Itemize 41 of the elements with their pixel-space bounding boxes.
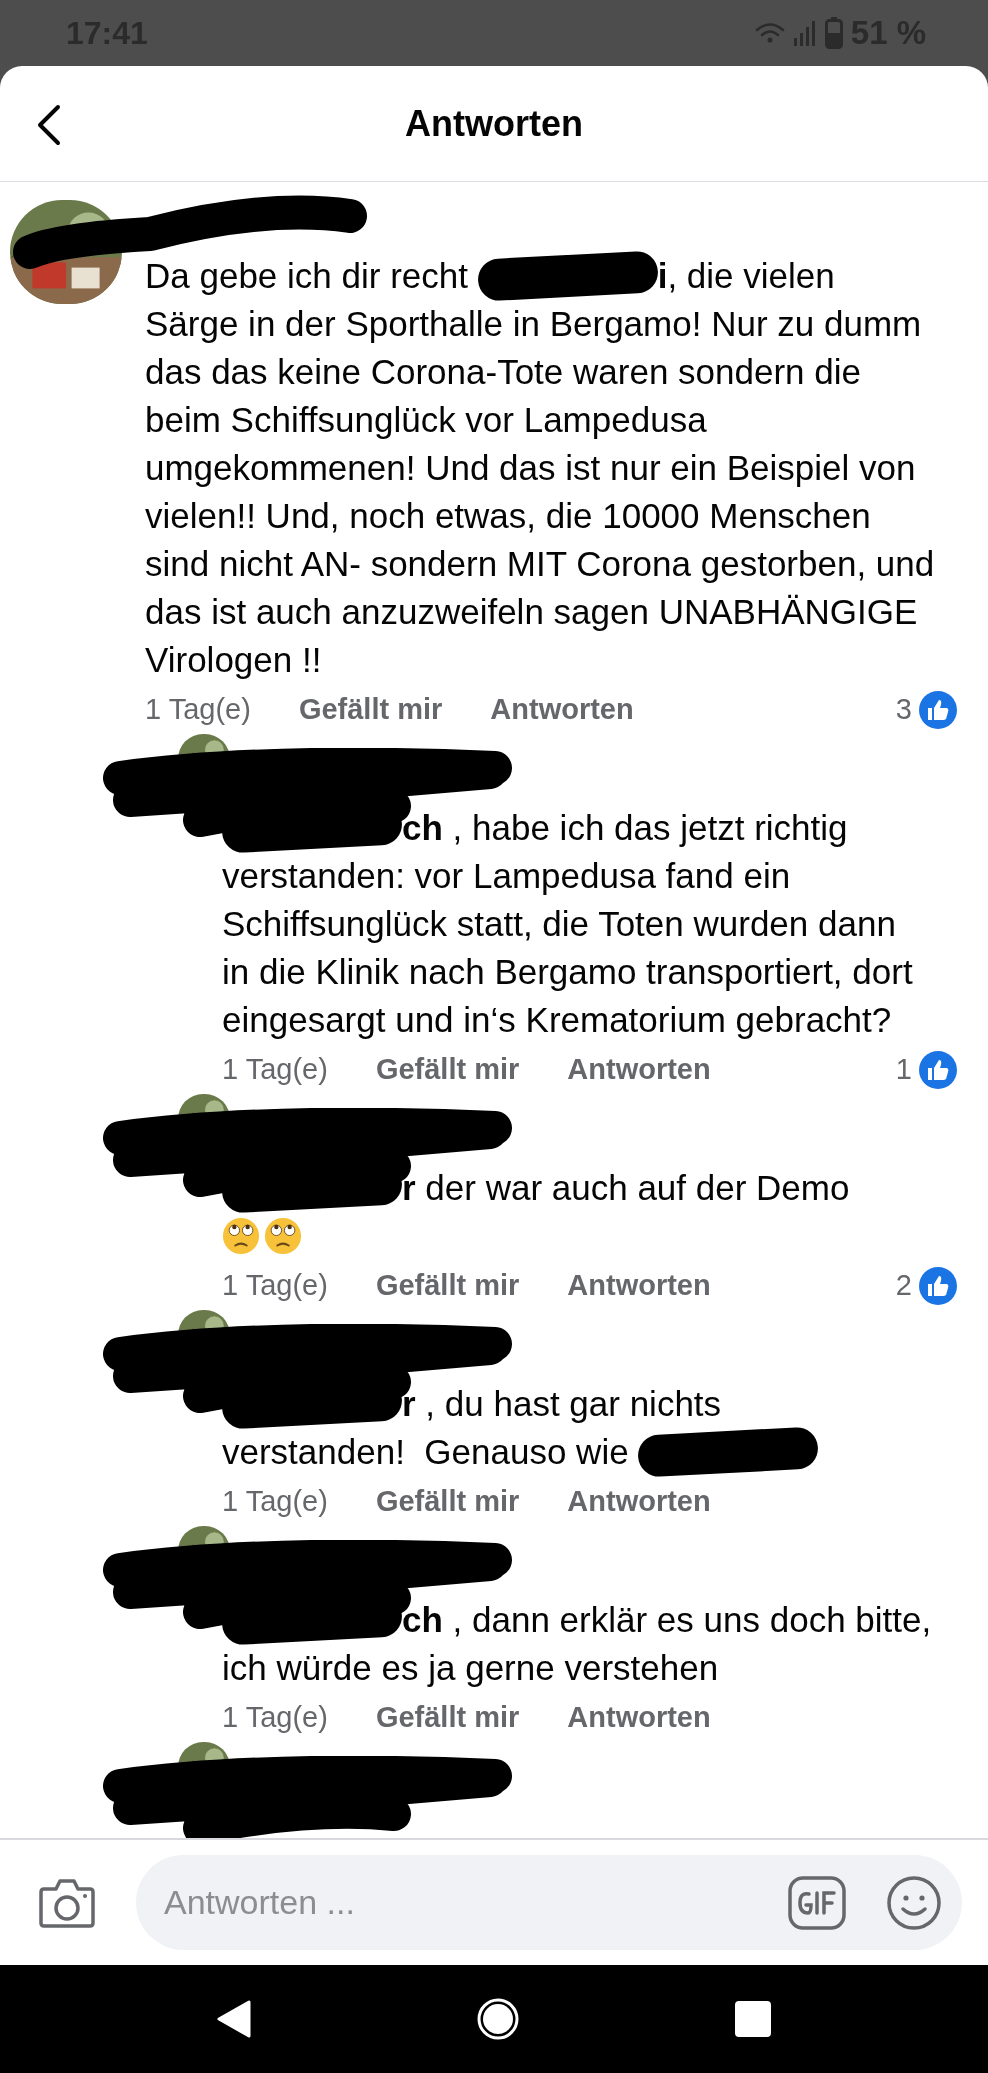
comment-time: 1 Tag(e) <box>222 1052 328 1088</box>
comment-action-link[interactable]: Gefällt mir <box>375 1264 520 1308</box>
comment-text: sind nicht AN- sondern MIT Corona gestorben, und <box>145 542 935 585</box>
comment-action-link[interactable]: Antworten <box>490 688 634 732</box>
comment-text: Särge in der Sporthalle in Bergamo! Nur zu dumm <box>145 302 922 345</box>
comment-time: 1 Tag(e) <box>222 1700 328 1736</box>
comment-text: das das keine Corona-Tote waren sondern die <box>145 350 861 393</box>
comment-time: 1 Tag(e) <box>145 692 251 728</box>
reply-field[interactable]: Antworten ... <box>136 1855 962 1950</box>
like-count: 2 <box>895 1268 912 1304</box>
comment-action-link[interactable]: Gefällt mir <box>375 1696 520 1740</box>
comment-text: verstanden: vor Lampedusa fand ein <box>222 854 791 897</box>
comment-time: 1 Tag(e) <box>222 1484 328 1520</box>
comment-text: r , du hast gar nichts <box>402 1382 722 1425</box>
comment-action-link[interactable]: Gefällt mir <box>375 1048 520 1092</box>
like-count: 1 <box>895 1052 912 1088</box>
comment-text: ch , habe ich das jetzt richtig <box>402 806 848 849</box>
comment-text: beim Schiffsunglück vor Lampedusa <box>145 398 707 441</box>
comment-text: i, die vielen <box>657 254 835 297</box>
comment-text: Virologen !! <box>145 638 322 681</box>
comment-text: vielen!! Und, noch etwas, die 10000 Menschen <box>145 494 871 537</box>
comment-action-link[interactable]: Gefällt mir <box>375 1480 520 1524</box>
comment-time: 1 Tag(e) <box>222 1268 328 1304</box>
comment-action-link[interactable]: Gefällt mir <box>298 688 443 732</box>
comment-text: das ist auch anzuzweifeln sagen UNABHÄNGIGE <box>145 590 918 633</box>
comment-text: r der war auch auf der Demo <box>402 1166 850 1209</box>
page-title: Antworten <box>405 101 583 146</box>
comment-text: in die Klinik nach Bergamo transportiert, dort <box>222 950 913 993</box>
reply-input[interactable]: Antworten ... <box>164 1877 788 1928</box>
comment-text: eingesargt und in‘s Krematorium gebracht? <box>222 998 892 1041</box>
comment-text: ch , dann erklär es uns doch bitte, <box>402 1598 932 1641</box>
comment-action-link[interactable]: Antworten <box>567 1480 711 1524</box>
comment-text: Da gebe ich dir recht <box>145 254 469 297</box>
like-count: 3 <box>895 692 912 728</box>
comment-action-link[interactable]: Antworten <box>567 1696 711 1740</box>
comment-action-link[interactable]: Antworten <box>567 1048 711 1092</box>
comment-text: ich würde es ja gerne verstehen <box>222 1646 719 1689</box>
comment-action-link[interactable]: Antworten <box>567 1264 711 1308</box>
comment-text: verstanden! Genauso wie <box>222 1430 630 1473</box>
comment-text: umgekommenen! Und das ist nur ein Beispiel von <box>145 446 916 489</box>
comment-text: Schiffsunglück statt, die Toten wurden dann <box>222 902 896 945</box>
